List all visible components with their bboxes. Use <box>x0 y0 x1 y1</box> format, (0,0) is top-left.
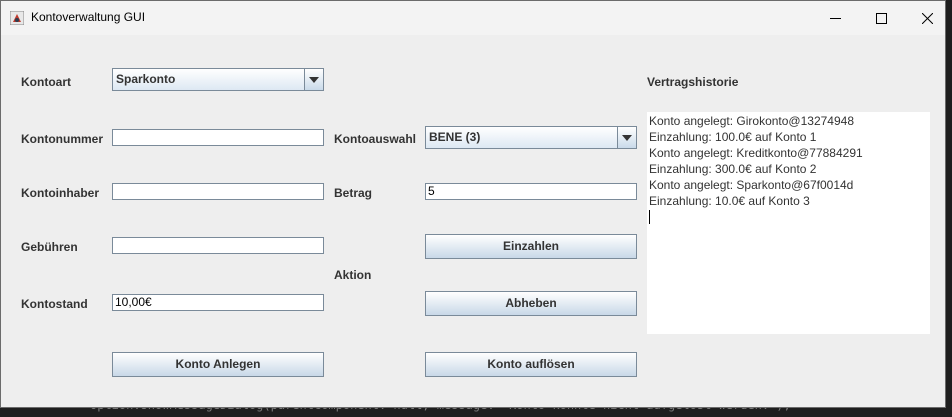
gebuehren-label: Gebühren <box>21 240 78 254</box>
history-line: Einzahlung: 100.0€ auf Konto 1 <box>649 130 817 144</box>
minimize-icon <box>829 17 841 19</box>
chevron-down-icon <box>309 76 319 83</box>
vertragshistorie-textarea[interactable]: Konto angelegt: Girokonto@13274948 Einza… <box>647 112 930 334</box>
history-line: Konto angelegt: Kreditkonto@77884291 <box>649 146 863 160</box>
maximize-button[interactable] <box>858 1 904 35</box>
kontoauswahl-label: Kontoauswahl <box>334 132 417 146</box>
history-line: Einzahlung: 10.0€ auf Konto 3 <box>649 194 810 208</box>
kontoauswahl-select[interactable]: BENE (3) <box>425 126 637 149</box>
kontoauswahl-dropdown-button[interactable] <box>617 127 636 148</box>
kontoart-selected-value: Sparkonto <box>116 72 176 86</box>
abheben-button[interactable]: Abheben <box>425 291 637 316</box>
history-line: Konto angelegt: Sparkonto@67f0014d <box>649 178 854 192</box>
kontonummer-label: Kontonummer <box>21 132 103 146</box>
kontoart-dropdown-button[interactable] <box>304 69 323 90</box>
einzahlen-button[interactable]: Einzahlen <box>425 234 637 259</box>
konto-aufloesen-button[interactable]: Konto auflösen <box>425 352 637 377</box>
betrag-label: Betrag <box>334 186 373 200</box>
close-icon <box>921 12 933 24</box>
kontoart-label: Kontoart <box>21 75 71 89</box>
kontoart-select[interactable]: Sparkonto <box>112 68 324 91</box>
kontoinhaber-field[interactable] <box>112 183 324 200</box>
minimize-button[interactable] <box>812 1 858 35</box>
window-title: Kontoverwaltung GUI <box>31 10 146 24</box>
vertragshistorie-label: Vertragshistorie <box>647 75 739 89</box>
text-caret <box>649 210 650 224</box>
kontostand-field[interactable]: 10,00€ <box>112 294 324 311</box>
history-line: Konto angelegt: Girokonto@13274948 <box>649 114 855 128</box>
kontonummer-field[interactable] <box>112 129 324 146</box>
konto-anlegen-button[interactable]: Konto Anlegen <box>112 352 324 377</box>
betrag-field[interactable]: 5 <box>425 183 637 200</box>
kontostand-label: Kontostand <box>21 297 88 311</box>
kontoauswahl-selected-value: BENE (3) <box>429 130 481 144</box>
chevron-down-icon <box>622 134 632 141</box>
app-window: Kontoverwaltung GUI Kontoart Sparkonto K… <box>0 0 946 408</box>
kontoinhaber-label: Kontoinhaber <box>21 186 99 200</box>
maximize-icon <box>875 12 887 24</box>
title-bar: Kontoverwaltung GUI <box>1 1 945 35</box>
close-button[interactable] <box>904 1 950 35</box>
history-line: Einzahlung: 300.0€ auf Konto 2 <box>649 162 817 176</box>
aktion-label: Aktion <box>334 268 372 282</box>
gebuehren-field[interactable] <box>112 237 324 254</box>
java-app-icon <box>10 11 24 25</box>
